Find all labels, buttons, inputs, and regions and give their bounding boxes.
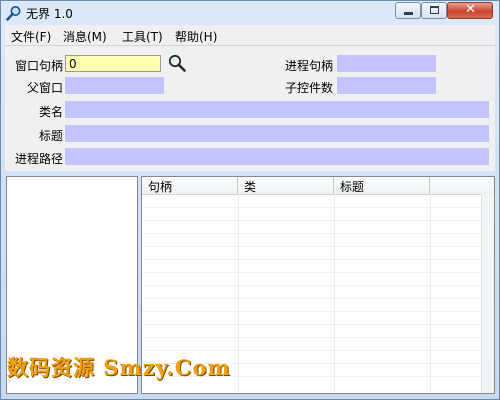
main-window: 无界 1.0 ✕ 文件(F) 消息(M) 工具(T) 帮助(H) 窗口句柄 进程… [0, 0, 500, 400]
magnifier-icon[interactable] [167, 53, 187, 73]
row-divider [142, 324, 494, 325]
child-count-label: 子控件数 [284, 81, 333, 95]
process-handle-label: 进程句柄 [284, 59, 333, 73]
minimize-icon [404, 12, 413, 15]
maximize-button[interactable] [421, 2, 447, 19]
row-divider [142, 285, 494, 286]
menu-tools[interactable]: 工具(T) [122, 28, 163, 45]
row-divider [142, 246, 494, 247]
menu-message[interactable]: 消息(M) [63, 28, 107, 45]
row-divider [142, 259, 494, 260]
class-name-field[interactable] [65, 101, 489, 118]
maximize-icon [430, 6, 439, 14]
title-bar[interactable]: 无界 1.0 ✕ [1, 1, 499, 25]
column-header-class[interactable]: 类 [238, 177, 334, 194]
magnifier-app-icon [6, 6, 21, 21]
parent-window-field[interactable] [65, 77, 164, 94]
column-header-handle[interactable]: 句柄 [142, 177, 238, 194]
child-count-field[interactable] [337, 77, 436, 94]
process-path-label: 进程路径 [14, 152, 63, 166]
window-title: 无界 1.0 [26, 7, 73, 21]
close-button[interactable]: ✕ [447, 2, 493, 19]
row-divider [142, 298, 494, 299]
row-divider [142, 337, 494, 338]
menu-file[interactable]: 文件(F) [11, 28, 51, 45]
row-divider [142, 220, 494, 221]
minimize-button[interactable] [395, 2, 421, 19]
menu-bar: 文件(F) 消息(M) 工具(T) 帮助(H) [5, 25, 495, 46]
list-header: 句柄 类 标题 [142, 177, 494, 195]
close-icon: ✕ [465, 2, 476, 17]
row-divider [142, 272, 494, 273]
menu-help[interactable]: 帮助(H) [175, 28, 217, 45]
process-handle-field[interactable] [337, 55, 436, 72]
window-handle-input[interactable] [65, 55, 161, 72]
row-divider [142, 233, 494, 234]
window-info-panel: 窗口句柄 进程句柄 父窗口 子控件数 类名 标题 进程路径 [5, 46, 495, 171]
window-handle-label: 窗口句柄 [14, 59, 63, 73]
watermark: 数码资源 Smzy.Com [7, 355, 231, 380]
parent-window-label: 父窗口 [26, 81, 63, 95]
class-name-label: 类名 [38, 105, 63, 119]
row-divider [142, 311, 494, 312]
row-divider [142, 350, 494, 351]
vertical-scrollbar[interactable] [481, 194, 494, 393]
process-path-field[interactable] [65, 148, 489, 165]
row-divider [142, 207, 494, 208]
title-field[interactable] [65, 125, 489, 142]
title-label: 标题 [38, 129, 63, 143]
column-header-title[interactable]: 标题 [334, 177, 430, 194]
